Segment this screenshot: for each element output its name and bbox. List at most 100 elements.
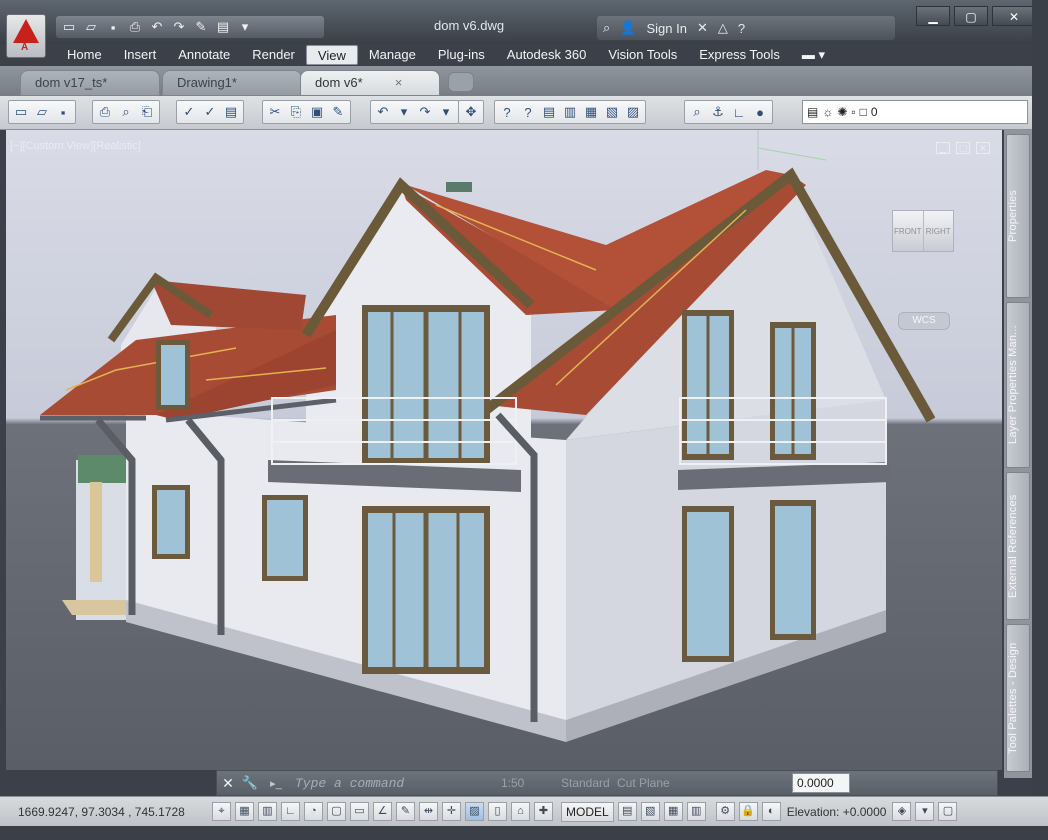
markup-icon[interactable]: ▨ [625,104,641,120]
annotation-scale[interactable]: 1:50 [501,776,561,790]
3d-osnap-icon[interactable]: ▭ [350,802,369,821]
tab-render[interactable]: Render [241,45,306,65]
paste-icon[interactable]: ▣ [309,104,325,120]
preview-icon[interactable]: ⌕ [118,104,134,120]
zoom-icon[interactable]: ⌕ [689,104,705,120]
tab-view[interactable]: View [305,45,358,65]
open-icon[interactable]: ▱ [34,104,50,120]
tab-manage[interactable]: Manage [358,45,427,65]
workspace-switch-icon[interactable]: ⚙ [715,802,735,821]
plot-icon[interactable]: ⎙ [97,104,113,120]
tab-insert[interactable]: Insert [113,45,168,65]
undo-icon[interactable]: ↶ [148,19,166,35]
tab-annotate[interactable]: Annotate [167,45,241,65]
transparency-icon[interactable]: ▨ [465,802,484,821]
pan-icon[interactable]: ✥ [463,104,479,120]
cut-plane-select[interactable]: Cut Plane [617,776,679,790]
otrack-icon[interactable]: ∠ [373,802,392,821]
ribbon-toggle-icon[interactable]: ▬ ▾ [791,45,836,65]
wrench-icon[interactable]: 🔧 [239,775,261,791]
search-icon[interactable]: ⌕ [603,20,610,36]
sign-in-button[interactable]: Sign In [646,21,686,36]
minimize-icon[interactable]: ▁ [916,6,950,26]
new-icon[interactable]: ▭ [13,104,29,120]
ducs-icon[interactable]: ✎ [396,802,415,821]
tab-plug-ins[interactable]: Plug-ins [427,45,496,65]
autodesk-icon[interactable]: △ [718,20,728,36]
open-icon[interactable]: ▱ [82,19,100,35]
tool-palettes-icon[interactable]: ▦ [583,104,599,120]
osnap-icon[interactable]: ▢ [327,802,346,821]
viewport-restore-icon[interactable]: ▢ [956,142,970,154]
tab-dom-v6[interactable]: dom v6* × [300,70,440,96]
infer-constraints-icon[interactable]: ⌖ [212,802,231,821]
drawing-viewport[interactable]: [−][Custom View][Realistic] ▁ ▢ ✕ FRONT … [6,130,1002,770]
new-icon[interactable]: ▭ [60,19,78,35]
palette-properties[interactable]: Properties [1006,134,1030,298]
qat-dropdown-icon[interactable]: ▾ [236,19,254,35]
save-icon[interactable]: ▪ [104,20,122,35]
maximize-icon[interactable]: ▢ [954,6,988,26]
tab-home[interactable]: Home [56,45,113,65]
help-button[interactable]: ? [738,21,745,36]
help-icon[interactable]: ? [499,105,515,120]
quick-properties-icon[interactable]: ▯ [488,802,507,821]
close-command-line-icon[interactable]: ✕ [217,775,239,792]
viewport-minimize-icon[interactable]: ▁ [936,142,950,154]
snap-mode-icon[interactable]: ▦ [235,802,254,821]
viewcube-front-face[interactable]: FRONT [893,211,923,251]
copy-icon[interactable]: ⎘ [288,104,304,120]
spell-check-icon[interactable]: ✓ [181,104,197,120]
close-icon[interactable]: ✕ [992,6,1036,26]
clean-screen-icon[interactable]: ▢ [938,802,958,821]
viewport-icon[interactable]: ▥ [686,802,706,821]
prompt-icon[interactable]: ▸_ [261,777,291,790]
layout-icon[interactable]: ▤ [617,802,637,821]
design-center-icon[interactable]: ▥ [562,104,578,120]
isolate-icon[interactable]: ◐ [761,802,781,821]
viewport-close-icon[interactable]: ✕ [976,142,990,154]
visual-style-select[interactable]: Standard [561,776,617,790]
ucs-icon[interactable]: ∟ [731,105,747,120]
close-tab-icon[interactable]: × [395,75,403,90]
ortho-icon[interactable]: ∟ [281,802,300,821]
properties-icon[interactable]: ▤ [541,104,557,120]
orbit-icon[interactable]: ⚓ [710,104,726,120]
lock-ui-icon[interactable]: 🔒 [738,802,758,821]
render-icon[interactable]: ● [752,105,768,120]
model-space-button[interactable]: MODEL [561,801,614,822]
polar-icon[interactable]: ◔ [304,802,323,821]
redo-icon[interactable]: ↷ [170,19,188,35]
elevation-readout[interactable]: Elevation: +0.0000 [787,805,887,819]
palette-layer-properties[interactable]: Layer Properties Man... [1006,302,1030,468]
application-menu-button[interactable]: A [6,14,46,58]
palette-tool-palettes[interactable]: Tool Palettes - Design [1006,624,1030,772]
grid-icon[interactable]: ▥ [258,802,277,821]
layer-manager-icon[interactable]: ▤ [807,105,818,119]
dyn-icon[interactable]: ⇹ [419,802,438,821]
undo-dropdown-icon[interactable]: ▾ [396,104,412,120]
redo-icon[interactable]: ↷ [417,104,433,120]
sheet-set-icon[interactable]: ▧ [604,104,620,120]
hardware-acceleration-icon[interactable]: ◈ [892,802,912,821]
tab-drawing1[interactable]: Drawing1* [162,70,302,96]
match-icon[interactable]: ✎ [330,104,346,120]
drawing-view-icon[interactable]: ▦ [663,802,683,821]
wcs-menu[interactable]: WCS [898,312,950,330]
properties-icon[interactable]: ▤ [214,19,232,35]
info-icon[interactable]: ? [520,105,536,120]
workspace-icon[interactable]: ✎ [192,19,210,35]
publish-icon[interactable]: ⎗ [139,104,155,120]
palette-external-references[interactable]: External References [1006,472,1030,620]
print-icon[interactable]: ⎙ [126,19,144,35]
tab-autodesk-360[interactable]: Autodesk 360 [496,45,598,65]
viewport-label[interactable]: [−][Custom View][Realistic] [10,140,141,152]
selection-cycling-icon[interactable]: ⌂ [511,802,530,821]
new-tab-button[interactable] [448,72,474,92]
layer-dropdown[interactable]: ▤ ☼ ✺ ▫ □ 0 [802,100,1028,124]
quick-view-icon[interactable]: ▧ [640,802,660,821]
viewcube-right-face[interactable]: RIGHT [922,211,954,251]
annotation-monitor-icon[interactable]: ✚ [534,802,553,821]
command-input[interactable]: Type a command [291,776,501,791]
tab-express-tools[interactable]: Express Tools [688,45,791,65]
